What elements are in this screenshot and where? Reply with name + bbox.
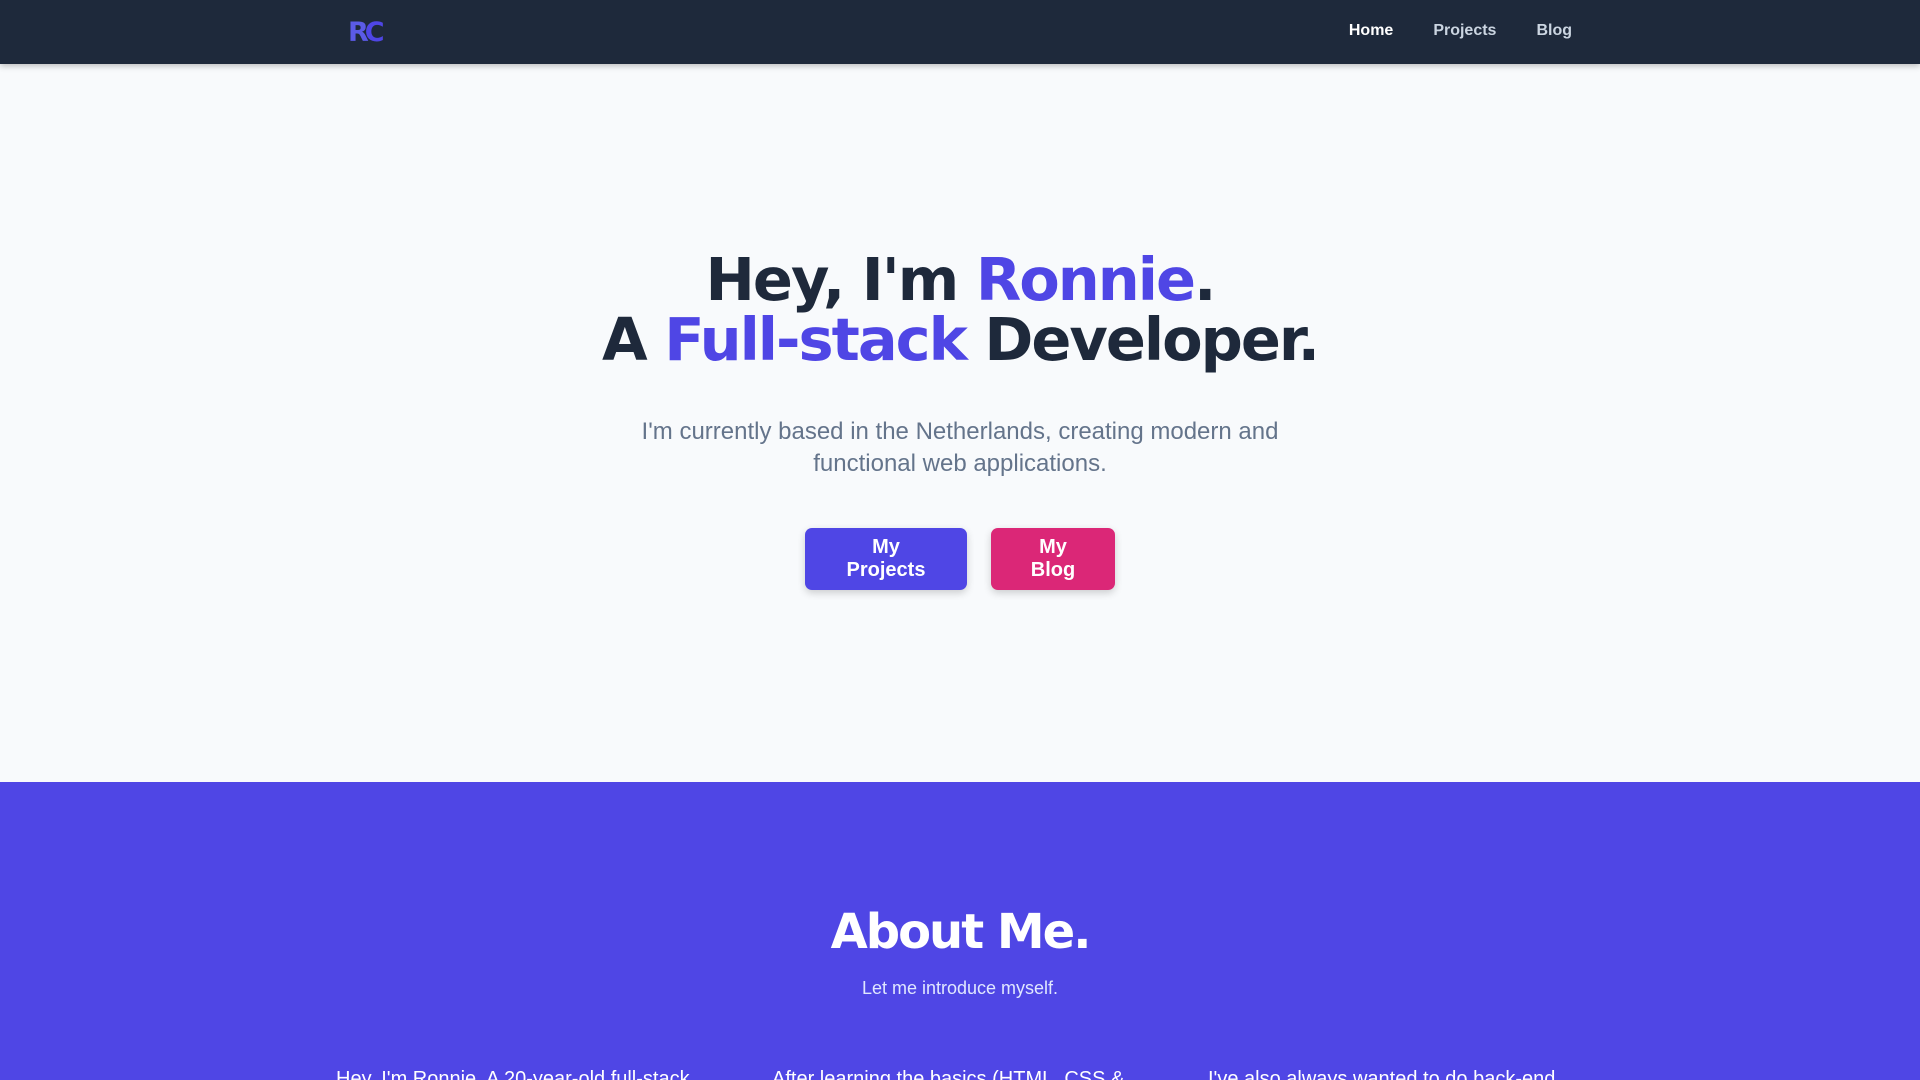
site-logo[interactable]: RC <box>348 17 385 48</box>
my-projects-button[interactable]: My Projects <box>805 528 967 590</box>
headline-line-2: A Full-stack Developer. <box>0 310 1920 370</box>
hero-headline: Hey, I'm Ronnie. A Full-stack Developer. <box>0 250 1920 370</box>
headline-name: Ronnie <box>975 245 1196 314</box>
headline-greeting: Hey, I'm <box>705 245 976 314</box>
hero-section: Hey, I'm Ronnie. A Full-stack Developer.… <box>0 64 1920 782</box>
logo-letter-r: R <box>348 17 369 48</box>
about-column-2: After learning the basics (HTML, CSS & <box>772 1068 1125 1080</box>
nav-links: Home Projects Blog <box>1349 22 1572 40</box>
nav-link-home[interactable]: Home <box>1349 22 1393 40</box>
my-blog-button[interactable]: My Blog <box>991 528 1115 590</box>
hero-subtitle: I'm currently based in the Netherlands, … <box>641 418 1279 477</box>
top-navbar: RC Home Projects Blog <box>0 0 1920 64</box>
headline-period: . <box>1194 245 1216 314</box>
nav-link-projects[interactable]: Projects <box>1433 22 1496 40</box>
about-section: About Me. Let me introduce myself. Hey, … <box>0 782 1920 1080</box>
about-title: About Me. <box>830 904 1092 960</box>
headline-developer: Developer. <box>965 305 1320 374</box>
navbar-container: RC Home Projects Blog <box>348 0 1572 64</box>
nav-link-blog[interactable]: Blog <box>1536 22 1572 40</box>
headline-article: A <box>602 305 665 374</box>
about-column-1: Hey, I'm Ronnie. A 20-year-old full-stac… <box>336 1068 690 1080</box>
headline-line-1: Hey, I'm Ronnie. <box>0 250 1920 310</box>
about-subtitle: Let me introduce myself. <box>861 978 1059 998</box>
about-column-3: I've also always wanted to do back-end <box>1208 1068 1556 1080</box>
logo-letter-c: C <box>364 17 385 48</box>
hero-buttons: My Projects My Blog <box>0 528 1920 590</box>
about-columns: Hey, I'm Ronnie. A 20-year-old full-stac… <box>336 1068 1584 1080</box>
headline-role: Full-stack <box>664 305 968 374</box>
